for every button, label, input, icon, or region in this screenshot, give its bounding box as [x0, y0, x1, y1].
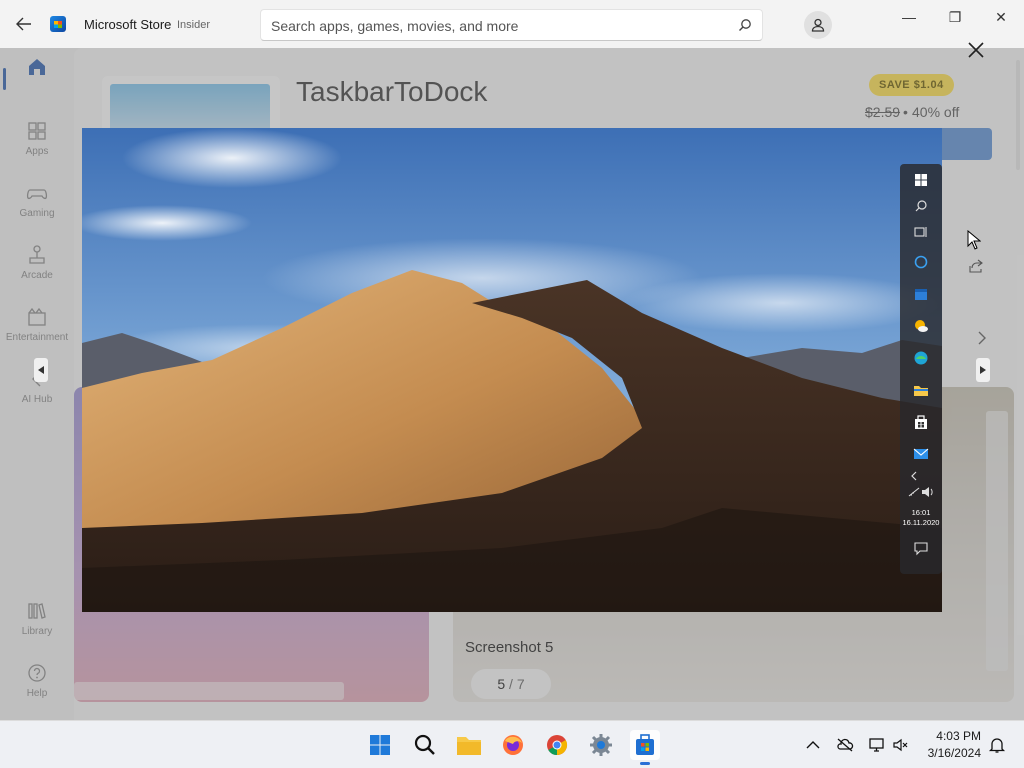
notification-bell-icon[interactable] [988, 737, 1006, 753]
taskbar-search-button[interactable] [410, 730, 440, 760]
windows-taskbar: 4:03 PM 3/16/2024 [0, 720, 1024, 768]
volume-icon [922, 487, 933, 497]
minimize-button[interactable]: — [897, 6, 921, 28]
file-explorer-icon [457, 737, 481, 755]
onedrive-offline-icon[interactable] [836, 737, 854, 753]
show-hidden-icons-icon[interactable] [804, 737, 822, 753]
action-center-icon [914, 542, 928, 556]
dock-clock-time: 16:01 [911, 508, 931, 517]
search-box[interactable] [260, 9, 763, 41]
search-icon [414, 734, 435, 755]
chevron-right-icon[interactable] [975, 330, 989, 346]
task-view-icon [914, 227, 927, 237]
windows-start-icon [370, 735, 390, 755]
enlarged-screenshot: 16:01 16.11.2020 [82, 128, 942, 612]
windows-logo-icon [915, 174, 927, 186]
desert-dune-wallpaper [82, 128, 942, 612]
store-bag-icon [915, 415, 927, 429]
chevron-left-icon [911, 471, 917, 481]
user-icon [811, 18, 825, 32]
taskbar-clock-time[interactable]: 4:03 PM [925, 729, 981, 743]
folder-icon [914, 386, 928, 396]
mouse-cursor-icon [967, 230, 981, 250]
close-window-button[interactable]: ✕ [989, 6, 1013, 28]
back-arrow-icon [16, 17, 31, 31]
edge-icon [914, 351, 928, 365]
back-button[interactable] [10, 10, 38, 38]
volume-muted-icon[interactable] [892, 737, 910, 753]
firefox-button[interactable] [498, 730, 528, 760]
caret-right-icon [980, 366, 986, 374]
previous-screenshot-button[interactable] [34, 358, 48, 382]
firefox-icon [503, 735, 523, 755]
caret-left-icon [38, 366, 44, 374]
calendar-icon [915, 289, 927, 300]
file-explorer-button[interactable] [454, 730, 484, 760]
account-button[interactable] [804, 11, 832, 39]
settings-button[interactable] [586, 730, 616, 760]
start-button[interactable] [365, 730, 395, 760]
microsoft-store-button[interactable] [630, 730, 660, 765]
mail-icon [913, 448, 929, 459]
settings-icon [590, 734, 612, 756]
next-screenshot-button[interactable] [976, 358, 990, 382]
vertical-dock: 16:01 16.11.2020 [900, 164, 942, 574]
cortana-icon [914, 255, 928, 269]
weather-icon [915, 320, 928, 332]
title-bar: Microsoft Store Insider — ❐ ✕ [0, 0, 1024, 48]
search-input[interactable] [271, 16, 721, 36]
dock-clock-date: 16.11.2020 [902, 518, 940, 527]
app-channel-badge: Insider [177, 19, 211, 31]
maximize-button[interactable]: ❐ [943, 6, 967, 28]
store-logo-icon [50, 16, 66, 32]
close-viewer-icon[interactable] [964, 38, 988, 62]
app-title: Microsoft Store [84, 17, 172, 32]
page-scrollbar[interactable] [1016, 60, 1020, 170]
display-icon[interactable] [868, 737, 886, 753]
microsoft-store-icon [636, 734, 654, 755]
search-icon[interactable] [738, 18, 752, 32]
taskbar-clock-date[interactable]: 3/16/2024 [915, 746, 981, 760]
chrome-button[interactable] [542, 730, 572, 760]
chrome-icon [547, 735, 568, 756]
search-icon [915, 200, 927, 212]
share-icon[interactable] [968, 258, 984, 274]
